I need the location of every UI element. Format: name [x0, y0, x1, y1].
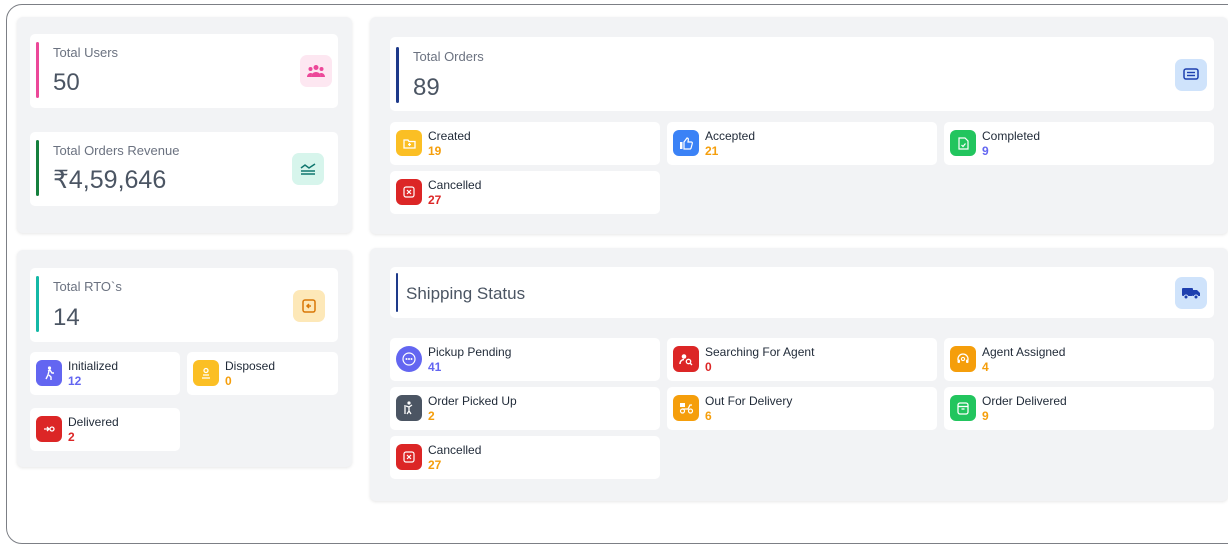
ship-searching-agent[interactable]: Searching For Agent 0 [667, 338, 937, 381]
item-label: Order Picked Up [428, 394, 517, 408]
item-label: Out For Delivery [705, 394, 793, 408]
document-check-icon [950, 130, 976, 156]
item-value: 0 [705, 360, 712, 374]
walking-person-icon [36, 360, 62, 386]
total-rtos-card[interactable]: Total RTO`s 14 [30, 268, 338, 342]
item-label: Initialized [68, 359, 119, 373]
rto-panel: Total RTO`s 14 Initialized 12 Disposed 0… [17, 250, 352, 467]
close-box-icon [396, 444, 422, 470]
item-value: 2 [428, 409, 435, 423]
ship-order-picked-up[interactable]: Order Picked Up 2 [390, 387, 660, 430]
total-revenue-value: ₹4,59,646 [53, 166, 167, 194]
total-orders-value: 89 [413, 74, 440, 101]
total-revenue-card[interactable]: Total Orders Revenue ₹4,59,646 [30, 132, 338, 206]
item-label: Pickup Pending [428, 345, 512, 359]
item-label: Cancelled [428, 178, 482, 192]
rto-delivered[interactable]: Delivered 2 [30, 408, 180, 451]
accent-bar [396, 47, 399, 103]
item-label: Agent Assigned [982, 345, 1066, 359]
total-users-label: Total Users [53, 45, 119, 60]
item-value: 9 [982, 409, 989, 423]
item-value: 9 [982, 144, 989, 158]
person-lifting-icon [396, 395, 422, 421]
trend-chart-icon [292, 153, 324, 185]
item-value: 27 [428, 458, 442, 472]
chat-dots-icon [396, 346, 422, 372]
truck-icon [1175, 277, 1207, 309]
item-label: Cancelled [428, 443, 482, 457]
item-value: 19 [428, 144, 442, 158]
total-rtos-value: 14 [53, 304, 80, 331]
item-label: Completed [982, 129, 1041, 143]
scooter-icon [673, 395, 699, 421]
folder-plus-icon [396, 130, 422, 156]
item-value: 0 [225, 374, 232, 388]
accent-bar [36, 42, 39, 98]
orders-panel: Total Orders 89 Created 19 Accepted 21 C… [370, 17, 1228, 234]
disposed-icon [193, 360, 219, 386]
archive-box-icon [950, 395, 976, 421]
rto-disposed[interactable]: Disposed 0 [187, 352, 338, 395]
accent-bar [36, 276, 39, 332]
item-label: Accepted [705, 129, 756, 143]
item-label: Searching For Agent [705, 345, 815, 359]
ship-agent-assigned[interactable]: Agent Assigned 4 [944, 338, 1214, 381]
accent-bar [36, 140, 39, 196]
headset-icon [950, 346, 976, 372]
item-value: 6 [705, 409, 712, 423]
users-revenue-panel: Total Users 50 Total Orders Revenue ₹4,5… [17, 17, 352, 233]
delivered-icon [36, 416, 62, 442]
item-value: 41 [428, 360, 442, 374]
item-label: Order Delivered [982, 394, 1067, 408]
orders-completed[interactable]: Completed 9 [944, 122, 1214, 165]
orders-created[interactable]: Created 19 [390, 122, 660, 165]
item-value: 21 [705, 144, 719, 158]
orders-cancelled[interactable]: Cancelled 27 [390, 171, 660, 214]
item-label: Created [428, 129, 471, 143]
item-value: 12 [68, 374, 82, 388]
message-icon [1175, 59, 1207, 91]
ship-order-delivered[interactable]: Order Delivered 9 [944, 387, 1214, 430]
item-value: 4 [982, 360, 989, 374]
users-icon [300, 55, 332, 87]
return-box-icon [293, 290, 325, 322]
thumbs-up-icon [673, 130, 699, 156]
item-label: Delivered [68, 415, 119, 429]
ship-cancelled[interactable]: Cancelled 27 [390, 436, 660, 479]
shipping-status-title: Shipping Status [406, 284, 526, 303]
user-search-icon [673, 346, 699, 372]
ship-pickup-pending[interactable]: Pickup Pending 41 [390, 338, 660, 381]
shipping-panel: Shipping Status Pickup Pending 41 Search… [370, 248, 1228, 501]
item-label: Disposed [225, 359, 276, 373]
total-revenue-label: Total Orders Revenue [53, 143, 180, 158]
shipping-status-header: Shipping Status [390, 267, 1214, 318]
item-value: 27 [428, 193, 442, 207]
total-rtos-label: Total RTO`s [53, 279, 122, 294]
item-value: 2 [68, 430, 75, 444]
ship-out-for-delivery[interactable]: Out For Delivery 6 [667, 387, 937, 430]
total-users-value: 50 [53, 69, 80, 96]
rto-initialized[interactable]: Initialized 12 [30, 352, 180, 395]
total-orders-card[interactable]: Total Orders 89 [390, 37, 1214, 111]
total-users-card[interactable]: Total Users 50 [30, 34, 338, 108]
orders-accepted[interactable]: Accepted 21 [667, 122, 937, 165]
total-orders-label: Total Orders [413, 49, 484, 64]
close-box-icon [396, 179, 422, 205]
accent-bar [396, 273, 398, 312]
